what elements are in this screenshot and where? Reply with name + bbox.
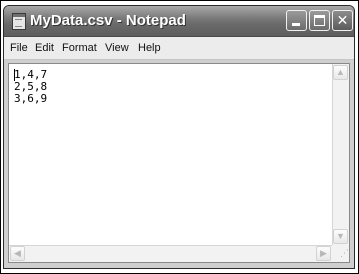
menu-bar: File Edit Format View Help <box>4 37 354 60</box>
minimize-button[interactable] <box>286 10 307 31</box>
menu-file[interactable]: File <box>10 41 28 55</box>
menu-view[interactable]: View <box>105 41 129 55</box>
chevron-down-icon: ▼ <box>336 231 345 241</box>
scroll-left-button[interactable]: ◀ <box>10 246 25 261</box>
notepad-window: MyData.csv - Notepad ✕ File Edit Format … <box>3 5 355 269</box>
window-title: MyData.csv - Notepad <box>30 12 186 29</box>
menu-edit[interactable]: Edit <box>35 41 54 55</box>
text-caret <box>14 69 15 81</box>
menu-format[interactable]: Format <box>62 41 97 55</box>
close-button[interactable]: ✕ <box>332 10 353 31</box>
horizontal-scrollbar[interactable]: ◀ ▶ <box>9 245 332 262</box>
close-icon: ✕ <box>336 12 349 28</box>
menu-help[interactable]: Help <box>138 41 161 55</box>
notepad-icon[interactable] <box>12 13 26 30</box>
scroll-up-button[interactable]: ▲ <box>333 65 348 80</box>
chevron-up-icon: ▲ <box>336 67 345 77</box>
maximize-button[interactable] <box>309 10 330 31</box>
scroll-down-button[interactable]: ▼ <box>333 229 348 244</box>
resize-grip-icon[interactable]: ⋰ <box>332 245 349 262</box>
maximize-icon <box>314 15 325 26</box>
title-bar[interactable]: MyData.csv - Notepad ✕ <box>4 6 354 37</box>
document-text[interactable]: 1,4,7 2,5,8 3,6,9 <box>14 69 329 244</box>
vertical-scrollbar[interactable]: ▲ ▼ <box>332 64 349 245</box>
scroll-right-button[interactable]: ▶ <box>316 246 331 261</box>
chevron-right-icon: ▶ <box>320 248 327 258</box>
minimize-icon <box>292 23 300 26</box>
text-editor[interactable]: 1,4,7 2,5,8 3,6,9 ▲ ▼ ◀ ▶ ⋰ <box>8 63 350 263</box>
chevron-left-icon: ◀ <box>14 248 21 258</box>
